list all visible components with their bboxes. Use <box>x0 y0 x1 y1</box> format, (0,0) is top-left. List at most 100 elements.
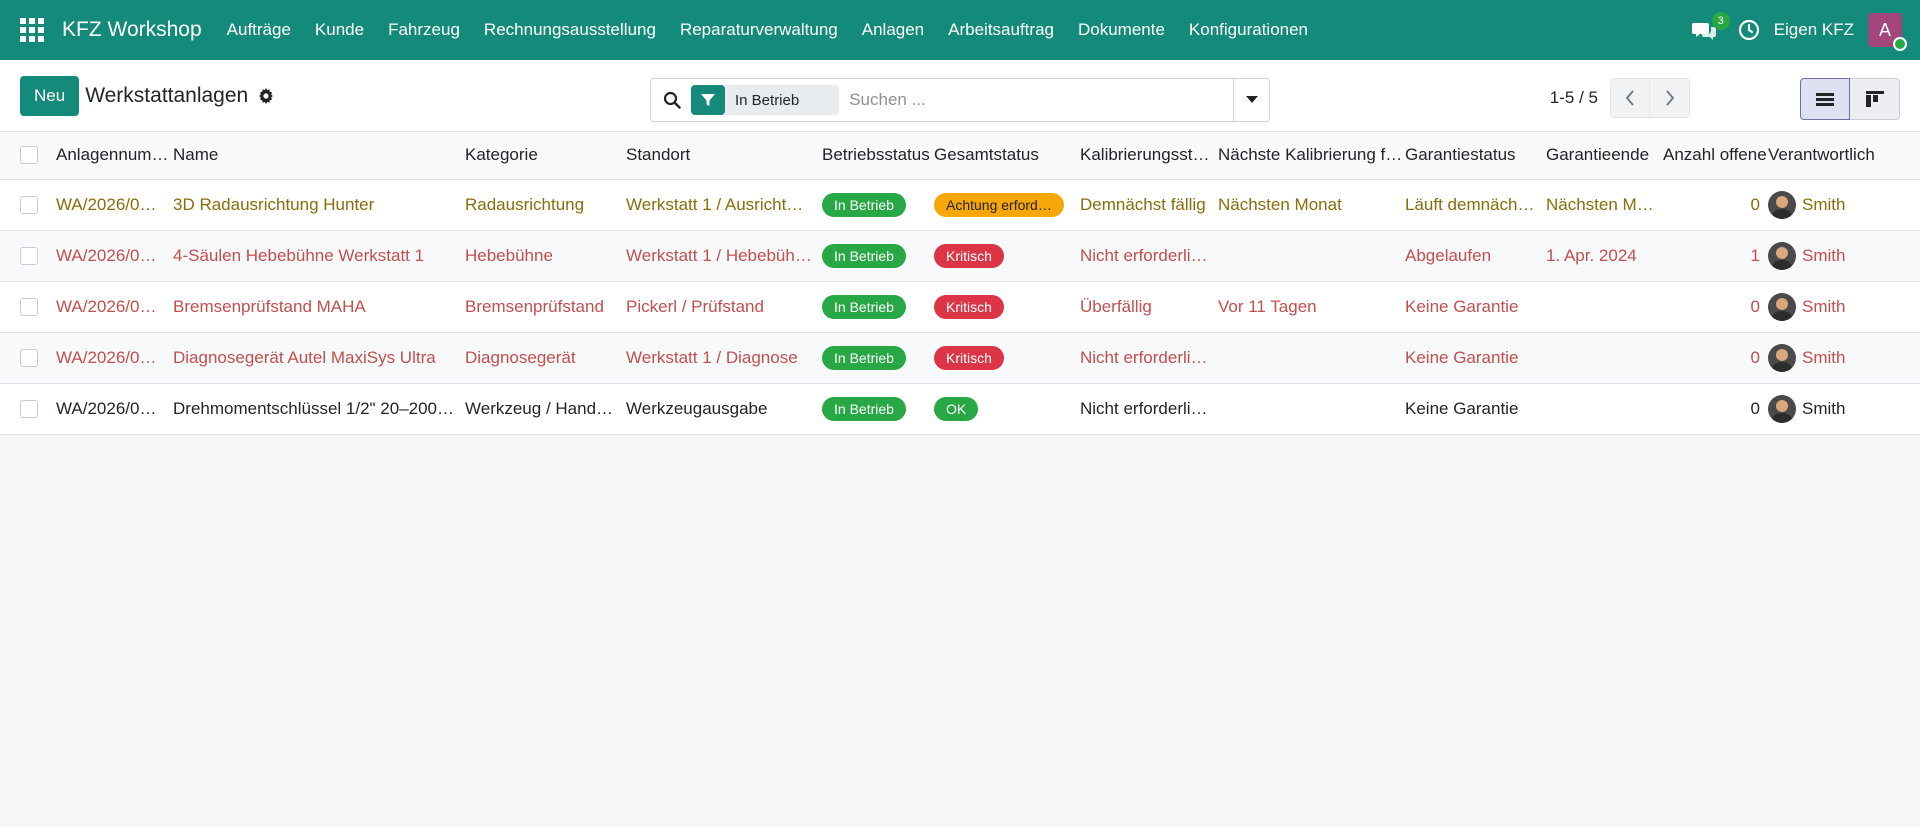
nav-menu-item[interactable]: Kunde <box>315 20 364 40</box>
table-row[interactable]: WA/2026/0… 3D Radausrichtung Hunter Radaus… <box>0 179 1920 231</box>
pager-previous-button[interactable] <box>1610 78 1650 118</box>
responsible-user[interactable]: Smith <box>1768 343 1920 372</box>
column-header[interactable]: Gesamtstatus <box>934 132 1080 180</box>
responsible-user[interactable]: Smith <box>1768 241 1920 270</box>
row-checkbox[interactable] <box>20 297 38 316</box>
column-header[interactable]: Kategorie <box>465 132 626 180</box>
responsible-name: Smith <box>1802 194 1846 214</box>
cell-warranty-status: Keine Garantie <box>1405 296 1519 316</box>
cell-calibration-status: Überfällig <box>1080 296 1152 316</box>
user-avatar-icon <box>1768 190 1796 219</box>
messaging-button[interactable]: 3 <box>1690 12 1730 45</box>
responsible-user[interactable]: Smith <box>1768 292 1920 321</box>
column-header[interactable]: Anzahl offene <box>1663 132 1768 180</box>
cell-open-count: 0 <box>1750 347 1760 367</box>
kanban-view-icon <box>1865 91 1884 107</box>
overall-status-badge: Achtung erford… <box>934 192 1064 217</box>
column-header[interactable]: Standort <box>626 132 822 180</box>
responsible-user[interactable]: Smith <box>1768 190 1920 219</box>
operating-status-badge: In Betrieb <box>822 192 906 217</box>
column-header[interactable]: Garantiestatus <box>1405 132 1546 180</box>
app-brand[interactable]: KFZ Workshop <box>62 18 202 42</box>
gear-icon[interactable] <box>258 87 274 104</box>
nav-menu-item[interactable]: Konfigurationen <box>1189 20 1308 40</box>
column-header[interactable]: Nächste Kalibrierung fällig <box>1218 132 1405 180</box>
overall-status-badge: Kritisch <box>934 243 1004 268</box>
table-row[interactable]: WA/2026/0… 4-Säulen Hebebühne Werkstatt 1… <box>0 230 1920 282</box>
nav-menu-item[interactable]: Aufträge <box>227 20 291 40</box>
column-header[interactable]: Anlagennummer <box>56 132 173 180</box>
pager: 1-5 / 5 <box>1550 78 1690 118</box>
assets-list-table: Anlagennummer Name Kategorie Standort Be… <box>0 132 1920 435</box>
chat-count-badge: 3 <box>1711 12 1730 30</box>
filter-facet[interactable]: In Betrieb <box>691 85 840 115</box>
pager-next-button[interactable] <box>1650 78 1690 118</box>
responsible-user[interactable]: Smith <box>1768 394 1920 423</box>
search-icon[interactable] <box>663 91 681 109</box>
operating-status-badge: In Betrieb <box>822 294 906 319</box>
list-view-icon <box>1816 93 1834 106</box>
row-checkbox[interactable] <box>20 348 38 367</box>
cell-warranty-status: Keine Garantie <box>1405 398 1519 418</box>
cell-next-calibration: Nächsten Monat <box>1218 194 1342 214</box>
column-header[interactable]: Kalibrierungsstatus <box>1080 132 1218 180</box>
pager-value[interactable]: 1-5 / 5 <box>1550 88 1598 108</box>
cell-warranty-end: Nächsten Monat <box>1546 194 1663 214</box>
cell-next-calibration: Vor 11 Tagen <box>1218 296 1317 316</box>
search-input[interactable] <box>849 90 1220 110</box>
nav-menu-item[interactable]: Fahrzeug <box>388 20 460 40</box>
operating-status-badge: In Betrieb <box>822 345 906 370</box>
cell-warranty-status: Läuft demnäch… <box>1405 194 1535 214</box>
control-panel: Neu Werkstattanlagen In Betrieb 1-5 / 5 <box>0 60 1920 132</box>
kanban-view-button[interactable] <box>1850 78 1900 120</box>
view-switcher <box>1800 78 1900 120</box>
nav-menu-item[interactable]: Dokumente <box>1078 20 1165 40</box>
search-options-toggle[interactable] <box>1233 79 1269 121</box>
column-header[interactable]: Verantwortlich <box>1768 132 1920 180</box>
row-checkbox[interactable] <box>20 399 38 418</box>
header-select-all-cell <box>0 132 56 180</box>
responsible-name: Smith <box>1802 347 1846 367</box>
cell-open-count: 0 <box>1750 296 1760 316</box>
nav-menu-item[interactable]: Anlagen <box>862 20 924 40</box>
list-view-button[interactable] <box>1800 78 1850 120</box>
table-row[interactable]: WA/2026/0… Bremsenprüfstand MAHA Bremsenpr… <box>0 281 1920 333</box>
user-avatar-icon <box>1768 394 1796 423</box>
column-header[interactable]: Name <box>173 132 465 180</box>
responsible-name: Smith <box>1802 296 1846 316</box>
user-avatar-icon <box>1768 292 1796 321</box>
cell-number: WA/2026/0… <box>56 347 157 367</box>
select-all-checkbox[interactable] <box>20 146 38 165</box>
cell-warranty-status: Abgelaufen <box>1405 245 1492 265</box>
column-header[interactable]: Betriebsstatus <box>822 132 934 180</box>
cell-open-count: 0 <box>1750 194 1760 214</box>
row-checkbox[interactable] <box>20 195 38 214</box>
new-button[interactable]: Neu <box>20 75 80 116</box>
nav-menu-item[interactable]: Rechnungsausstellung <box>484 20 656 40</box>
table-row[interactable]: WA/2026/0… Diagnosegerät Autel MaxiSys Ul… <box>0 332 1920 384</box>
row-checkbox[interactable] <box>20 246 38 265</box>
cell-category: Diagnosegerät <box>465 347 576 367</box>
cell-name: Bremsenprüfstand MAHA <box>173 296 366 316</box>
cell-open-count: 0 <box>1750 398 1760 418</box>
cell-category: Hebebühne <box>465 245 553 265</box>
cell-number: WA/2026/0… <box>56 194 157 214</box>
table-row[interactable]: WA/2026/0… Drehmomentschlüssel 1/2" 20–20… <box>0 383 1920 435</box>
filter-icon <box>691 85 725 115</box>
company-switcher[interactable]: Eigen KFZ <box>1774 20 1854 40</box>
apps-menu-icon[interactable] <box>20 18 44 42</box>
operating-status-badge: In Betrieb <box>822 243 906 268</box>
column-header[interactable]: Garantieende <box>1546 132 1663 180</box>
responsible-name: Smith <box>1802 398 1846 418</box>
cell-name: 3D Radausrichtung Hunter <box>173 194 375 214</box>
nav-menu-item[interactable]: Reparaturverwaltung <box>680 20 838 40</box>
user-avatar[interactable]: A <box>1868 13 1907 51</box>
online-status-dot <box>1893 37 1907 51</box>
table-body: WA/2026/0… 3D Radausrichtung Hunter Radaus… <box>0 179 1920 435</box>
cell-number: WA/2026/0… <box>56 296 157 316</box>
nav-menu-item[interactable]: Arbeitsauftrag <box>948 20 1054 40</box>
cell-name: Diagnosegerät Autel MaxiSys Ultra <box>173 347 436 367</box>
chevron-left-icon <box>1625 90 1634 106</box>
activity-button[interactable] <box>1738 19 1760 41</box>
overall-status-badge: Kritisch <box>934 294 1004 319</box>
